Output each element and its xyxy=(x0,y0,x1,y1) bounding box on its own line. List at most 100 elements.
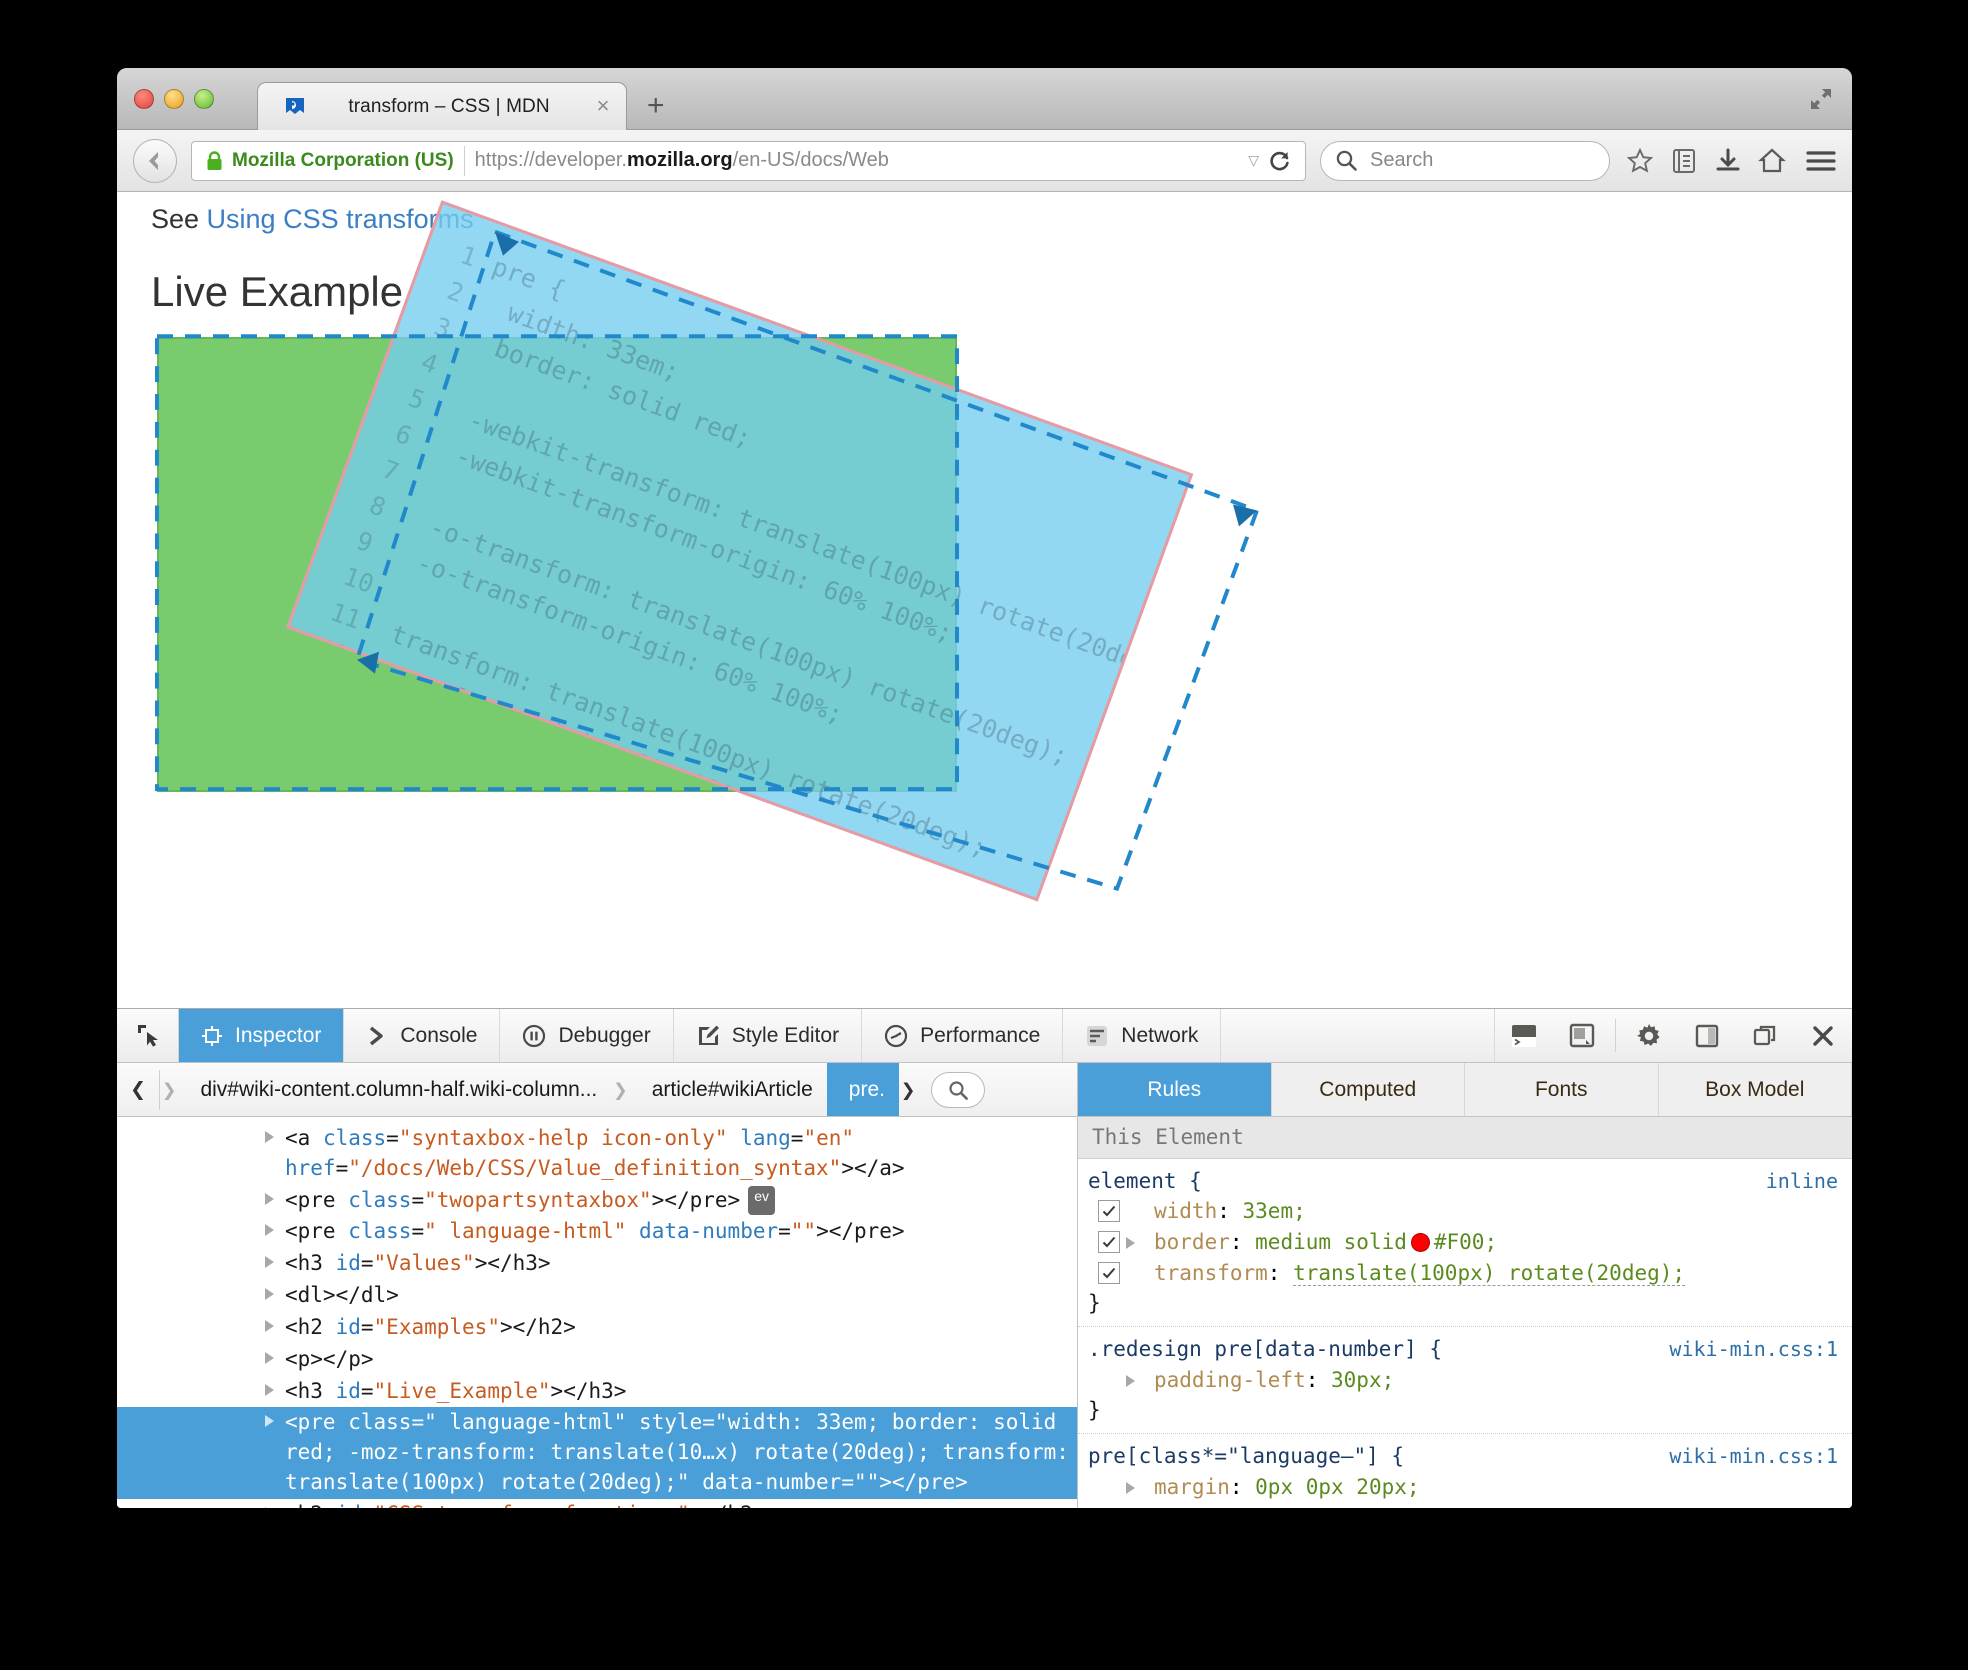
expand-twisty-icon[interactable] xyxy=(265,1383,274,1396)
markup-row[interactable]: <h3 id="Live_Example"></h3> xyxy=(117,1376,1077,1408)
tab-console[interactable]: Console xyxy=(344,1009,501,1062)
sidebar-tab-fonts[interactable]: Fonts xyxy=(1465,1063,1659,1116)
chevron-down-icon[interactable]: ▽ xyxy=(1248,152,1259,169)
css-property-value[interactable]: translate(100px) rotate(20deg); xyxy=(1293,1260,1686,1286)
responsive-design-mode-icon[interactable] xyxy=(1553,1009,1611,1062)
css-declaration[interactable]: margin: 0px 0px 20px; xyxy=(1088,1472,1838,1503)
event-badge[interactable]: ev xyxy=(748,1185,775,1216)
css-rule-block[interactable]: pre[class*="language–"] {wiki-min.css:1 m… xyxy=(1078,1434,1852,1508)
url-bar[interactable]: Mozilla Corporation (US) https://develop… xyxy=(191,140,1306,181)
expand-twisty-icon[interactable] xyxy=(265,1256,274,1269)
sidebar-tab-computed[interactable]: Computed xyxy=(1272,1063,1465,1116)
markup-row[interactable]: <dl></dl> xyxy=(117,1280,1077,1312)
css-declaration[interactable]: border: medium solid #F00; xyxy=(1088,1227,1838,1258)
element-picker-icon[interactable] xyxy=(117,1009,179,1062)
css-selector[interactable]: element { xyxy=(1088,1166,1202,1197)
expand-twisty-icon[interactable] xyxy=(265,1224,274,1237)
markup-row[interactable]: <a class="syntaxbox-help icon-only" lang… xyxy=(117,1123,1077,1185)
split-console-icon[interactable] xyxy=(1495,1009,1553,1062)
expand-twisty-icon[interactable] xyxy=(265,1192,274,1205)
close-icon[interactable] xyxy=(1794,1009,1852,1062)
css-property-name[interactable]: margin xyxy=(1154,1475,1230,1499)
markup-row[interactable]: <h2 id="Examples"></h2> xyxy=(117,1312,1077,1344)
expand-twisty-icon[interactable] xyxy=(265,1351,274,1364)
css-rule-block[interactable]: .redesign pre[data-number] { wiki-min.css… xyxy=(1078,1327,1852,1434)
markup-row[interactable]: <pre class=" language-html" data-number=… xyxy=(117,1216,1077,1248)
browser-tab[interactable]: transform – CSS | MDN × xyxy=(257,82,627,130)
back-button[interactable] xyxy=(133,138,177,183)
expand-twisty-icon[interactable] xyxy=(265,1415,274,1428)
see-also-text: See Using CSS transforms xyxy=(151,204,474,234)
css-rule-source[interactable]: wiki-min.css:1 xyxy=(1655,1442,1838,1471)
rules-pseudo-header: This Element xyxy=(1078,1117,1852,1159)
color-swatch[interactable] xyxy=(1410,1232,1430,1252)
expand-twisty-icon[interactable] xyxy=(265,1131,274,1143)
settings-gear-icon[interactable] xyxy=(1620,1009,1678,1062)
css-property-value[interactable]: 30px; xyxy=(1331,1368,1394,1392)
home-icon[interactable] xyxy=(1758,147,1786,175)
sidebar-tab-box-model[interactable]: Box Model xyxy=(1659,1063,1852,1116)
breadcrumb-item-div-wiki-content[interactable]: div#wiki-content.column-half.wiki-column… xyxy=(178,1063,611,1116)
rules-panel[interactable]: This Element element { inline width: 33em;… xyxy=(1077,1117,1852,1508)
css-property-value[interactable]: 0px 0px 20px; xyxy=(1255,1475,1419,1499)
new-tab-button[interactable]: + xyxy=(647,91,665,121)
markup-row[interactable]: <h3 id="Values"></h3> xyxy=(117,1248,1077,1280)
css-selector[interactable]: pre[class*="language–"] { xyxy=(1088,1441,1404,1472)
css-property-name[interactable]: padding-left xyxy=(1154,1368,1306,1392)
declaration-expand-icon[interactable] xyxy=(1126,1236,1135,1249)
css-selector[interactable]: .redesign pre[data-number] { xyxy=(1088,1334,1442,1365)
bookmark-star-icon[interactable] xyxy=(1626,147,1654,175)
tab-close-icon[interactable]: × xyxy=(592,94,614,118)
markup-row[interactable]: <h2 id="CSS_transform_functions"></h2> xyxy=(117,1499,1077,1508)
markup-search-button[interactable] xyxy=(931,1071,986,1108)
css-declaration[interactable]: transform: translate(100px) rotate(20deg… xyxy=(1088,1258,1838,1289)
window-maximize-button[interactable] xyxy=(194,89,214,109)
expand-twisty-icon[interactable] xyxy=(265,1288,274,1301)
expand-twisty-icon[interactable] xyxy=(265,1319,274,1332)
tab-inspector[interactable]: Inspector xyxy=(179,1009,345,1062)
markup-tree-panel[interactable]: <a class="syntaxbox-help icon-only" lang… xyxy=(117,1117,1077,1508)
css-property-name[interactable]: width xyxy=(1154,1199,1217,1223)
breadcrumb-item-pre-selected[interactable]: pre. xyxy=(826,1063,899,1116)
css-property-name[interactable]: border xyxy=(1154,1230,1230,1254)
separate-window-icon[interactable] xyxy=(1736,1009,1794,1062)
navigation-toolbar: Mozilla Corporation (US) https://develop… xyxy=(117,130,1852,192)
declaration-expand-icon[interactable] xyxy=(1126,1481,1135,1494)
markup-row[interactable]: <p></p> xyxy=(117,1344,1077,1376)
reader-list-icon[interactable] xyxy=(1670,147,1698,175)
css-property-name[interactable]: transform xyxy=(1154,1261,1268,1285)
css-rule-source[interactable]: wiki-min.css:1 xyxy=(1655,1335,1838,1364)
tab-style-editor[interactable]: Style Editor xyxy=(674,1009,863,1062)
search-input[interactable]: Search xyxy=(1370,149,1433,172)
declaration-enabled-checkbox[interactable] xyxy=(1098,1261,1120,1284)
declaration-enabled-checkbox[interactable] xyxy=(1098,1200,1120,1223)
breadcrumb-scroll-left-button[interactable]: ❮ xyxy=(117,1077,159,1103)
markup-row-selected[interactable]: <pre class=" language-html" style="width… xyxy=(117,1407,1077,1499)
breadcrumb-item-article-wikiarticle[interactable]: article#wikiArticle xyxy=(630,1063,827,1116)
search-bar[interactable]: Search xyxy=(1320,140,1610,181)
tab-performance[interactable]: Performance xyxy=(862,1009,1064,1062)
window-minimize-button[interactable] xyxy=(164,89,184,109)
sidebar-tab-rules[interactable]: Rules xyxy=(1078,1063,1272,1116)
tab-debugger[interactable]: Debugger xyxy=(500,1009,674,1062)
markup-row-text: <pre class=" language-html" style="width… xyxy=(285,1410,1069,1494)
css-rule-block[interactable]: element {inline width: 33em; border: mediu… xyxy=(1078,1159,1852,1327)
window-close-button[interactable] xyxy=(134,89,154,109)
window-fullscreen-icon[interactable] xyxy=(1808,86,1834,112)
css-property-value[interactable]: 33em; xyxy=(1243,1199,1306,1223)
downloads-icon[interactable] xyxy=(1714,147,1742,175)
expand-twisty-icon[interactable] xyxy=(265,1506,274,1508)
menu-hamburger-icon[interactable] xyxy=(1806,149,1836,173)
markup-row[interactable]: <pre class="twopartsyntaxbox"></pre> ev xyxy=(117,1185,1077,1217)
css-declaration[interactable]: padding-left: 30px; xyxy=(1088,1365,1838,1396)
breadcrumb-scroll-right-button[interactable]: ❯ xyxy=(899,1078,917,1102)
tab-network[interactable]: Network xyxy=(1063,1009,1222,1062)
css-property-value[interactable]: medium solid xyxy=(1255,1230,1407,1254)
dock-to-side-icon[interactable] xyxy=(1678,1009,1736,1062)
css-color-value[interactable]: #F00; xyxy=(1434,1230,1497,1254)
reload-icon[interactable] xyxy=(1269,149,1291,173)
declaration-expand-icon[interactable] xyxy=(1126,1374,1135,1387)
css-declaration[interactable]: width: 33em; xyxy=(1088,1196,1838,1227)
declaration-enabled-checkbox[interactable] xyxy=(1098,1230,1120,1253)
css-rule-source[interactable]: inline xyxy=(1752,1167,1838,1196)
